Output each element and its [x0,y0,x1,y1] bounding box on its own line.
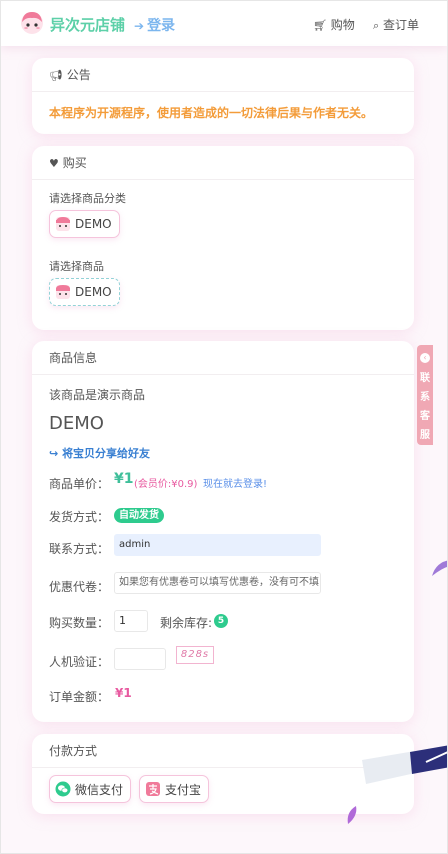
share-label: 将宝贝分享给好友 [62,447,151,460]
total-label: 订单金额： [49,690,110,704]
category-option[interactable]: DEMO [49,210,120,238]
chevron-left-icon: ‹ [420,353,430,363]
product-info-card: 商品信息 该商品是演示商品 DEMO ↪ 将宝贝分享给好友 商品单价： ¥1 (… [32,341,414,722]
member-price: (会员价:¥0.9) [134,479,198,490]
contact-support-tab[interactable]: ‹ 联系客服 [417,345,433,445]
wechat-icon [55,781,71,797]
notice-text: 本程序为开源程序，使用者造成的一切法律后果与作者无关。 [49,106,374,120]
go-login-link[interactable]: 现在就去登录! [203,475,267,490]
quantity-label: 购买数量： [49,616,110,630]
delivery-label: 发货方式： [49,510,110,524]
wechat-pay-button[interactable]: 微信支付 [49,775,132,803]
captcha-image[interactable]: 828s [176,646,214,664]
delivery-badge: 自动发货 [114,508,164,523]
category-label: 请选择商品分类 [49,192,126,205]
contact-label: 联系方式： [49,542,110,556]
nav-shop[interactable]: 🛒︎ 购物 [313,16,355,33]
buy-card: ♥ 购买 请选择商品分类 DEMO 请选择商品 DEMO [32,146,414,330]
notice-header: 📢︎ 公告 [32,58,414,92]
payment-title: 付款方式 [49,744,98,758]
search-icon: ⌕ [373,19,380,32]
alipay-icon [146,782,160,796]
price-label: 商品单价： [49,477,110,491]
order-total: ¥1 [115,686,132,700]
decorative-ribbon [362,745,448,784]
contact-input[interactable]: admin [114,534,321,556]
login-link[interactable]: ➔ 登录 [134,15,175,35]
brand-name[interactable]: 异次元店铺 [50,14,125,35]
product-option[interactable]: DEMO [49,278,120,306]
product-name-chip: DEMO [75,285,112,299]
nav-shop-label: 购物 [330,18,355,32]
notice-title: 公告 [66,68,91,82]
contact-support-label: 联系客服 [420,373,430,441]
share-link[interactable]: ↪ 将宝贝分享给好友 [49,445,150,461]
stock-badge: 5 [214,614,228,628]
product-info-header: 商品信息 [32,341,414,375]
buy-header: ♥ 购买 [32,146,414,180]
category-avatar-icon [56,217,70,231]
stock-label: 剩余库存: [160,616,213,630]
coupon-input[interactable]: 如果您有优惠卷可以填写优惠卷，没有可不填 [114,572,321,594]
unit-price: ¥1 [114,471,134,487]
notice-card: 📢︎ 公告 本程序为开源程序，使用者造成的一切法律后果与作者无关。 [32,58,414,134]
logo-icon[interactable] [20,11,44,35]
top-navbar: 异次元店铺 ➔ 登录 🛒︎ 购物 ⌕ 查订单 [0,0,448,46]
product-info-title: 商品信息 [49,351,98,365]
wechat-pay-label: 微信支付 [75,782,124,797]
share-icon: ↪ [49,447,59,460]
decorative-petal [432,560,448,576]
coupon-label: 优惠代卷： [49,580,110,594]
decorative-petal-small [347,806,357,824]
product-avatar-icon [56,285,70,299]
captcha-input[interactable] [114,648,166,670]
alipay-button[interactable]: 支付宝 [139,775,210,803]
captcha-label: 人机验证： [49,655,110,669]
sign-in-icon: ➔ [134,19,145,33]
alipay-label: 支付宝 [165,782,202,797]
product-name: DEMO [49,413,104,434]
nav-query-order[interactable]: ⌕ 查订单 [373,16,419,33]
heart-icon: ♥ [49,157,59,170]
buy-title: 购买 [62,156,87,170]
category-name: DEMO [75,217,112,231]
nav-query-label: 查订单 [383,18,420,32]
login-label: 登录 [147,18,176,34]
product-description: 该商品是演示商品 [49,388,146,402]
cart-icon: 🛒︎ [313,19,327,32]
quantity-input[interactable]: 1 [114,610,148,632]
bullhorn-icon: 📢︎ [49,69,63,82]
product-label: 请选择商品 [49,260,104,273]
